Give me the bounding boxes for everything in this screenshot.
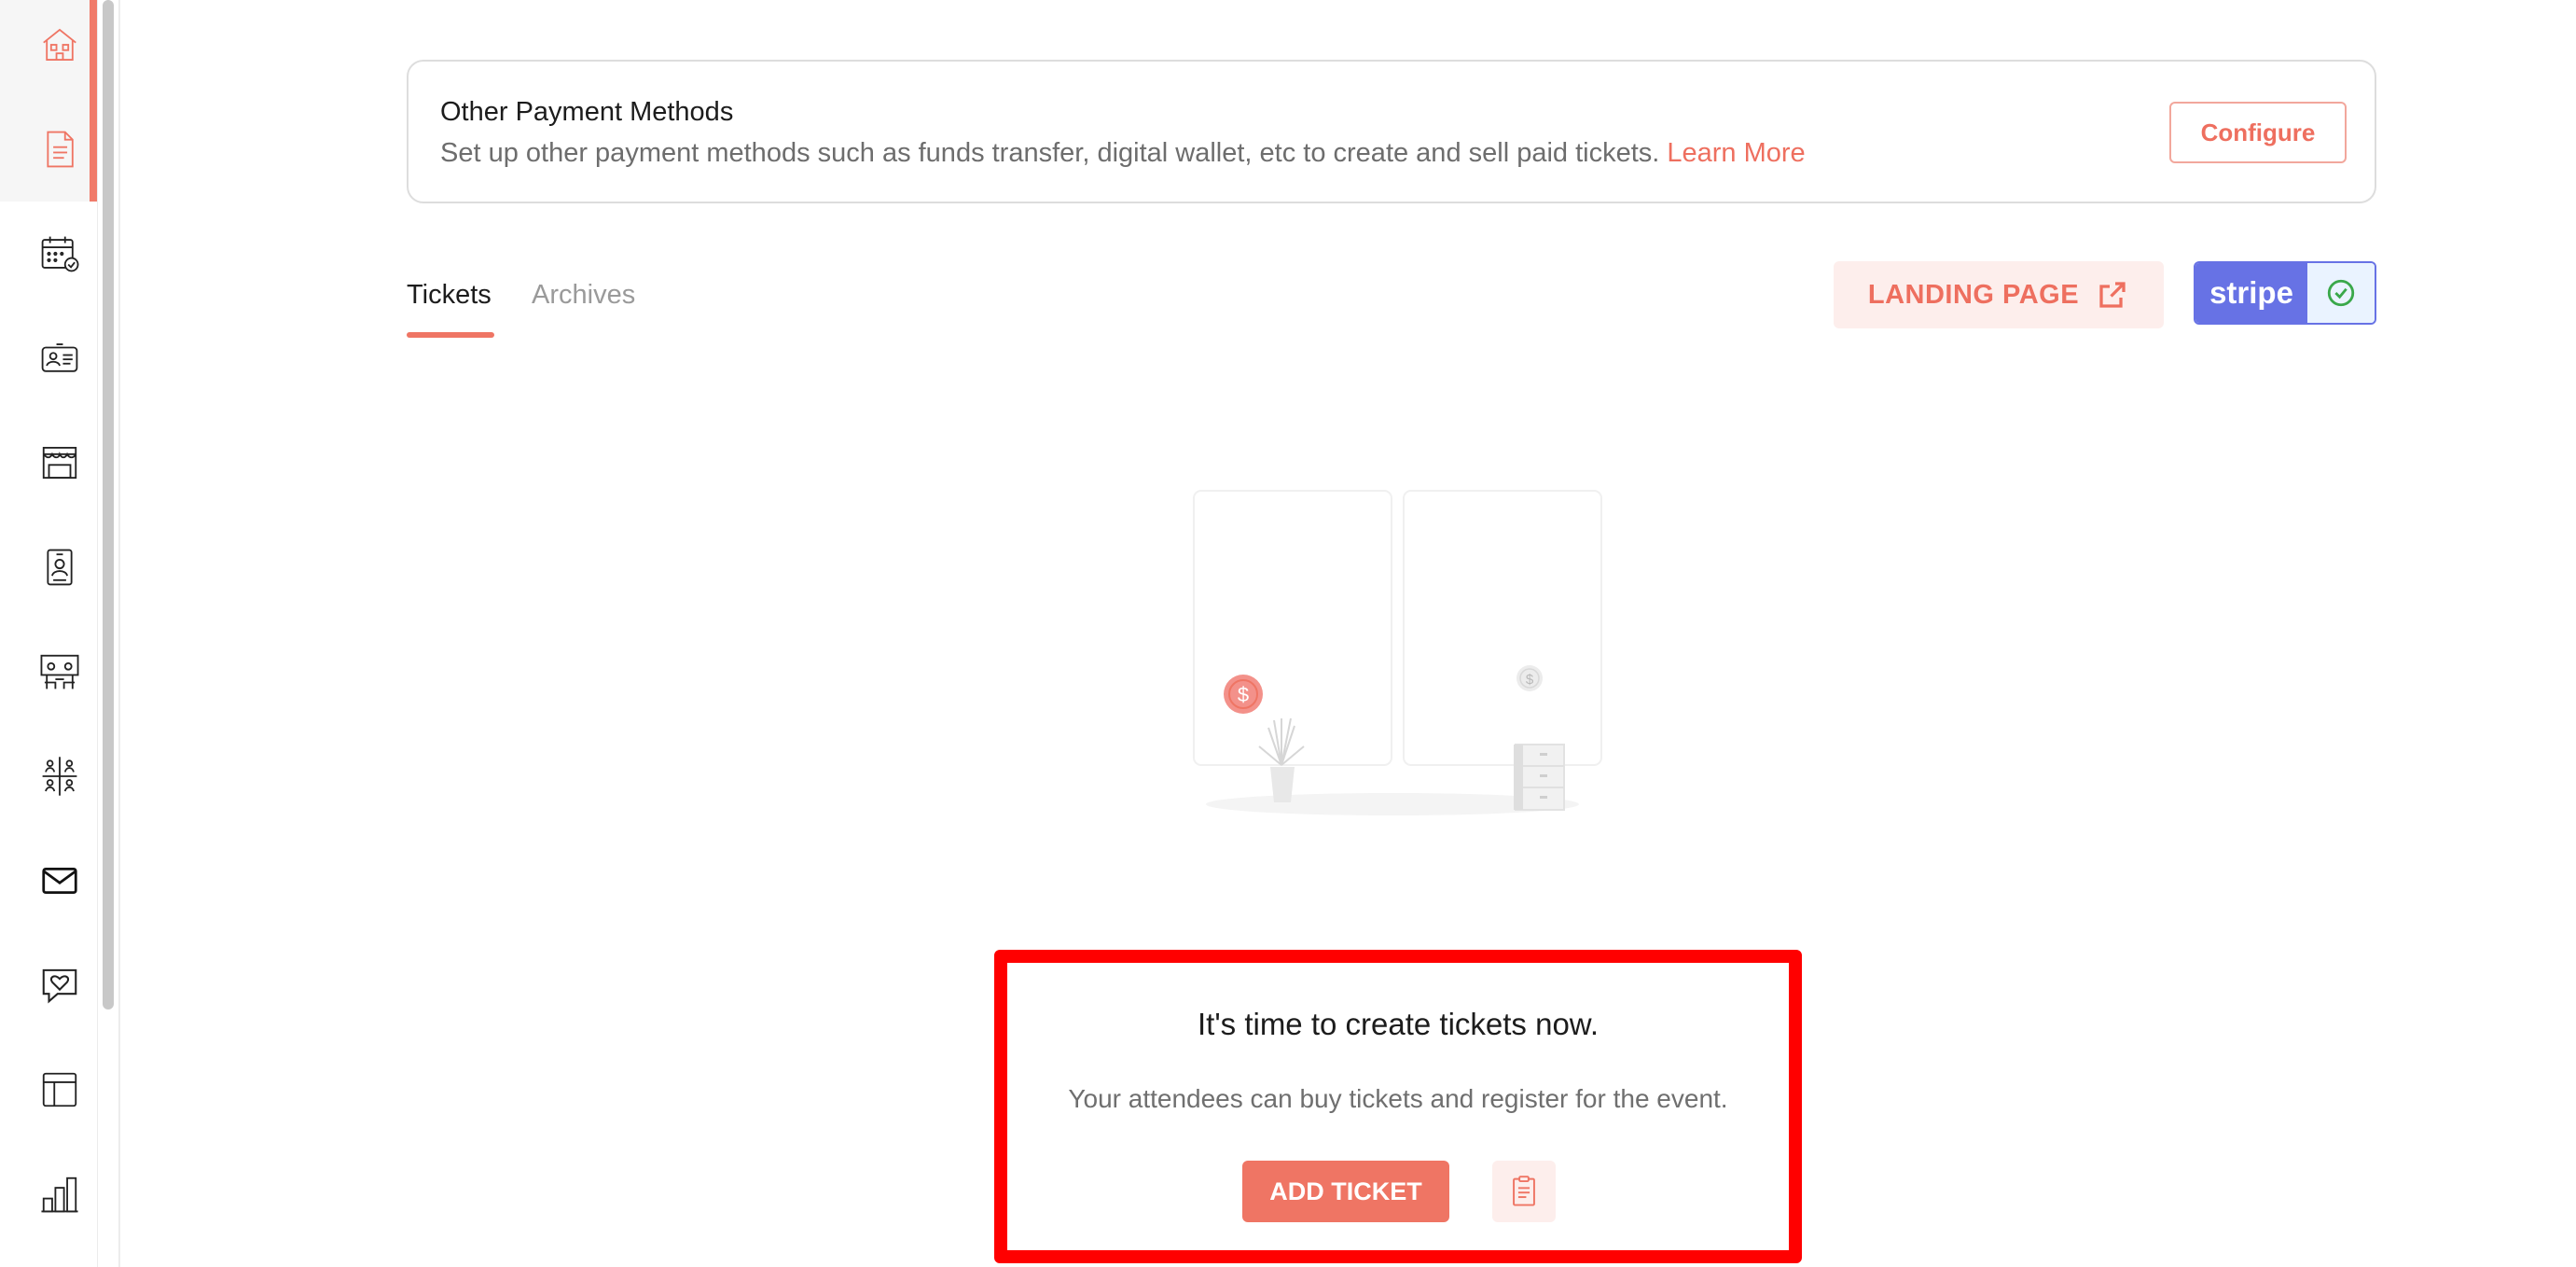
stripe-status	[2307, 263, 2375, 323]
id-card-icon	[41, 343, 78, 372]
svg-text:$: $	[1238, 683, 1249, 706]
sidebar-item-attendees[interactable]	[34, 332, 86, 384]
badge-icon	[47, 549, 73, 586]
active-tab-indicator	[407, 332, 494, 338]
sidebar-item-document[interactable]	[34, 123, 86, 175]
sidebar-item-agenda[interactable]	[34, 228, 86, 280]
landing-page-label: LANDING PAGE	[1867, 279, 2080, 310]
stage-icon	[40, 654, 79, 689]
stripe-logo-text: stripe	[2195, 263, 2307, 323]
ticket-template-button[interactable]	[1492, 1161, 1556, 1222]
other-payment-methods-card: Other Payment Methods Set up other payme…	[407, 60, 2376, 203]
document-icon	[47, 131, 74, 168]
sidebar-item-email[interactable]	[34, 855, 86, 907]
add-ticket-button[interactable]: ADD TICKET	[1242, 1161, 1449, 1222]
svg-text:$: $	[1526, 672, 1534, 688]
payment-description-text: Set up other payment methods such as fun…	[440, 138, 1660, 168]
bar-chart-icon	[41, 1176, 78, 1213]
empty-tickets-illustration: $ $	[1193, 490, 1602, 815]
sidebar-item-badges[interactable]	[34, 541, 86, 593]
home-icon	[43, 28, 76, 62]
sidebar-item-layout[interactable]	[34, 1064, 86, 1116]
sidebar-item-booths[interactable]	[34, 437, 86, 489]
external-link-icon	[2099, 282, 2126, 308]
configure-button[interactable]: Configure	[2169, 102, 2347, 163]
payment-card-description: Set up other payment methods such as fun…	[440, 138, 1806, 169]
chat-heart-icon	[42, 968, 77, 1004]
tab-archives[interactable]: Archives	[532, 280, 635, 311]
sidebar-item-networking[interactable]	[34, 750, 86, 802]
payment-card-title: Other Payment Methods	[440, 97, 734, 127]
empty-state-highlight-box: It's time to create tickets now. Your at…	[994, 950, 1802, 1263]
calendar-check-icon	[41, 236, 79, 272]
landing-page-button[interactable]: LANDING PAGE	[1834, 261, 2164, 328]
networking-icon	[42, 757, 77, 796]
empty-state-title: It's time to create tickets now.	[1198, 1007, 1599, 1041]
booth-icon	[42, 446, 77, 480]
sidebar-item-home[interactable]	[34, 19, 86, 71]
stripe-connection-badge[interactable]: stripe	[2194, 261, 2376, 325]
mail-icon	[42, 867, 77, 895]
empty-state-description: Your attendees can buy tickets and regis…	[1068, 1084, 1728, 1113]
check-circle-icon	[2327, 279, 2355, 307]
tab-tickets[interactable]: Tickets	[407, 280, 492, 311]
sidebar-item-stage[interactable]	[34, 646, 86, 698]
sidebar-scrollbar-thumb[interactable]	[103, 0, 114, 1009]
layout-icon	[42, 1072, 77, 1107]
learn-more-link[interactable]: Learn More	[1667, 138, 1805, 168]
sidebar-active-indicator	[90, 0, 97, 202]
sidebar-item-analytics[interactable]	[34, 1168, 86, 1220]
clipboard-icon	[1513, 1176, 1535, 1206]
sidebar-item-engagement[interactable]	[34, 959, 86, 1011]
